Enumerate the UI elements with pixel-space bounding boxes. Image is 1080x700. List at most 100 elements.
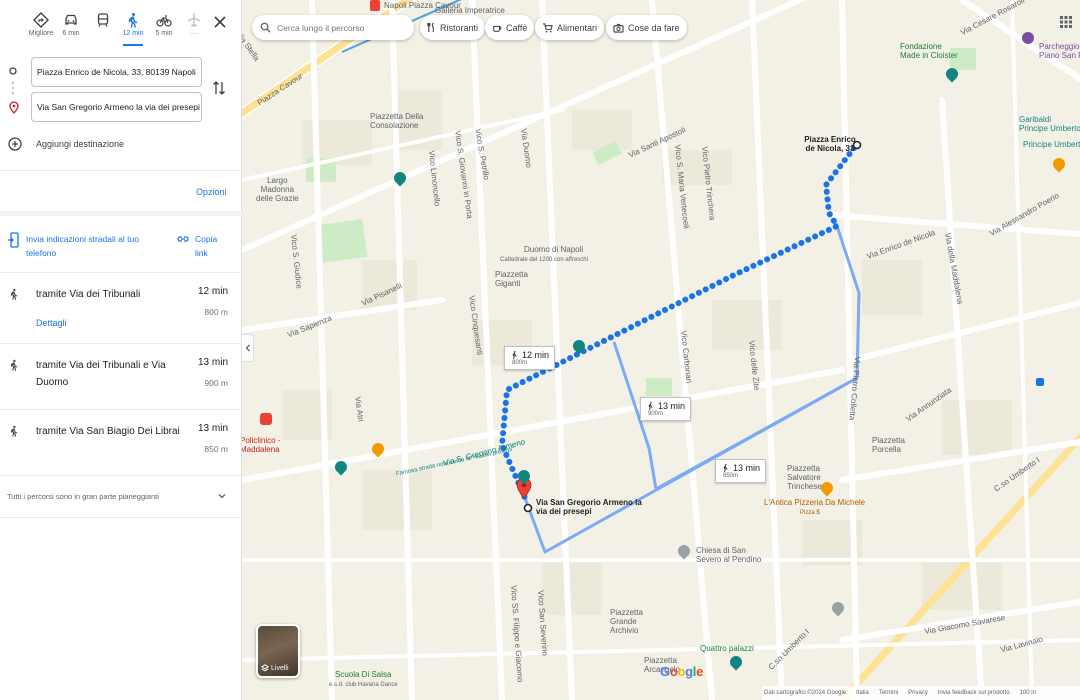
send-to-phone-button[interactable]: Invia indicazioni stradali al tuo telefo… xyxy=(8,232,163,260)
car-icon xyxy=(65,14,77,25)
map-label: L'Antica Pizzeria Da Michele xyxy=(764,498,866,507)
flight-icon xyxy=(187,13,201,27)
add-destination-button[interactable]: Aggiungi destinazione xyxy=(8,136,124,152)
chevron-left-icon xyxy=(245,344,250,352)
walk-icon xyxy=(10,288,18,300)
map-label: Fondazione Made in Cloister xyxy=(900,42,958,60)
route-option-3[interactable]: tramite Via San Biagio Dei Librai 13 min… xyxy=(0,409,242,475)
route-option-2[interactable]: tramite Via dei Tribunali e Via Duomo 13… xyxy=(0,343,242,409)
map-data-credit: Dati cartografici ©2024 Google xyxy=(764,690,847,696)
best-route-icon xyxy=(33,12,49,28)
layers-icon xyxy=(261,664,269,672)
map-label: Piazzetta Giganti xyxy=(495,270,528,288)
divider xyxy=(0,170,242,171)
layers-button[interactable]: Livelli xyxy=(256,624,300,678)
chip-restaurants[interactable]: Ristoranti xyxy=(420,15,486,40)
route-tag-distance: 850m xyxy=(723,473,739,479)
route-option-1[interactable]: tramite Via dei Tribunali 12 min 800 m D… xyxy=(0,272,242,343)
options-button[interactable]: Opzioni xyxy=(196,187,227,197)
walk-icon xyxy=(10,425,18,437)
cart-icon xyxy=(542,22,553,32)
route-tag-2[interactable]: 13 min 900m xyxy=(640,397,692,421)
close-icon[interactable] xyxy=(212,14,228,30)
route-tag-3[interactable]: 13 min 850m xyxy=(715,459,767,483)
map-label: Pizza $ xyxy=(800,510,820,516)
search-along-route[interactable] xyxy=(252,15,414,40)
route-tag-time: 13 min xyxy=(658,401,686,411)
map-label: Parcheggio Quarto Piano San Francesco xyxy=(1039,42,1080,60)
mode-label: 6 min xyxy=(62,30,80,37)
map-label: Cattedrale del 1200 con affreschi xyxy=(500,257,588,263)
chip-groceries[interactable]: Alimentari xyxy=(535,15,605,40)
collapse-panel-button[interactable] xyxy=(242,334,254,362)
destination-pin-icon xyxy=(9,101,19,114)
scale-label[interactable]: 100 m xyxy=(1020,690,1037,696)
map-label: Piazzetta Grande Archivio xyxy=(610,608,643,635)
route-details-link[interactable]: Dettagli xyxy=(36,318,67,328)
route-name: tramite Via dei Tribunali e Via Duomo xyxy=(36,360,166,388)
start-point-label: Piazza Enrico de Nicola, 33 xyxy=(804,135,856,153)
chip-label: Alimentari xyxy=(557,22,598,33)
route-distance: 850 m xyxy=(204,444,228,454)
directions-panel: Migliore 6 min 12 min 5 min — Piazza Enr… xyxy=(0,0,242,700)
chip-label: Ristoranti xyxy=(440,22,479,33)
route-tag-1[interactable]: 12 min 800m xyxy=(504,346,556,370)
map-label: e.s.d. club Havana Dance xyxy=(329,682,398,688)
map-canvas[interactable]: Napoli Piazza Cavour Galleria Imperatric… xyxy=(242,0,1080,700)
end-point-label: Via San Gregorio Armeno la via dei prese… xyxy=(536,498,642,516)
add-destination-label: Aggiungi destinazione xyxy=(36,139,125,149)
footer-terms-link[interactable]: Termini xyxy=(879,690,898,696)
layers-label: Livelli xyxy=(271,664,289,672)
walk-icon xyxy=(10,359,18,371)
copy-link-button[interactable]: Copia link xyxy=(177,232,221,260)
google-logo: Google xyxy=(660,664,704,679)
swap-icon[interactable] xyxy=(212,79,226,97)
map-label: Piazzetta Della Consolazione xyxy=(370,112,424,130)
hospital-icon[interactable] xyxy=(260,413,272,425)
route-distance: 800 m xyxy=(204,307,228,317)
mode-flight[interactable]: — xyxy=(176,10,212,37)
search-input[interactable] xyxy=(277,22,407,33)
route-time: 12 min xyxy=(197,286,228,297)
map-footer: Dati cartografici ©2024 Google Italia Te… xyxy=(762,686,1080,700)
footer-country[interactable]: Italia xyxy=(856,690,869,696)
map-label: Chiesa di San Severo al Pendino xyxy=(696,546,762,564)
coffee-icon xyxy=(493,25,502,32)
metro-icon[interactable] xyxy=(370,0,380,11)
route-tag-time: 13 min xyxy=(733,463,761,473)
link-icon xyxy=(177,236,189,242)
origin-input[interactable]: Piazza Enrico de Nicola, 33, 80139 Napol… xyxy=(31,57,202,87)
map-label: Duomo di Napoli xyxy=(524,245,584,254)
destination-input[interactable]: Via San Gregorio Armeno la via dei prese… xyxy=(31,92,202,122)
route-distance: 900 m xyxy=(204,378,228,388)
transit-icon xyxy=(97,13,109,27)
footer-feedback-link[interactable]: Invia feedback sul prodotto xyxy=(938,690,1010,696)
footer-privacy-link[interactable]: Privacy xyxy=(908,690,928,696)
search-icon xyxy=(260,22,271,33)
divider xyxy=(0,475,242,476)
chip-label: Cose da fare xyxy=(628,22,680,33)
transit-stop-icon[interactable] xyxy=(1036,378,1044,386)
route-tag-time: 12 min xyxy=(522,350,550,360)
mode-car[interactable]: 6 min xyxy=(53,10,89,37)
chip-things-to-do[interactable]: Cose da fare xyxy=(606,15,687,40)
divider xyxy=(0,517,242,518)
parking-icon[interactable] xyxy=(1022,32,1034,44)
divider xyxy=(0,211,242,216)
map-label: Policlinico - Maddalena xyxy=(242,436,281,454)
camera-icon xyxy=(613,23,624,33)
chip-coffee[interactable]: Caffè xyxy=(485,15,535,40)
restaurant-icon xyxy=(427,22,434,32)
route-dots xyxy=(12,82,14,98)
send-to-phone-label: Invia indicazioni stradali al tuo telefo… xyxy=(26,234,139,258)
route-time: 13 min xyxy=(197,423,228,434)
map-label: Galleria Imperatrice xyxy=(435,6,505,15)
walk-icon xyxy=(723,464,728,473)
map-label: Piazzetta Salvatore Trinchese xyxy=(787,464,822,491)
apps-grid-icon[interactable] xyxy=(1060,16,1072,28)
chevron-down-icon[interactable] xyxy=(217,491,227,501)
map-label: Garibaldi Principe Umberto I xyxy=(1019,115,1080,133)
route-name: tramite Via San Biagio Dei Librai xyxy=(36,426,180,437)
bike-icon xyxy=(156,15,172,27)
chip-label: Caffè xyxy=(506,22,528,33)
